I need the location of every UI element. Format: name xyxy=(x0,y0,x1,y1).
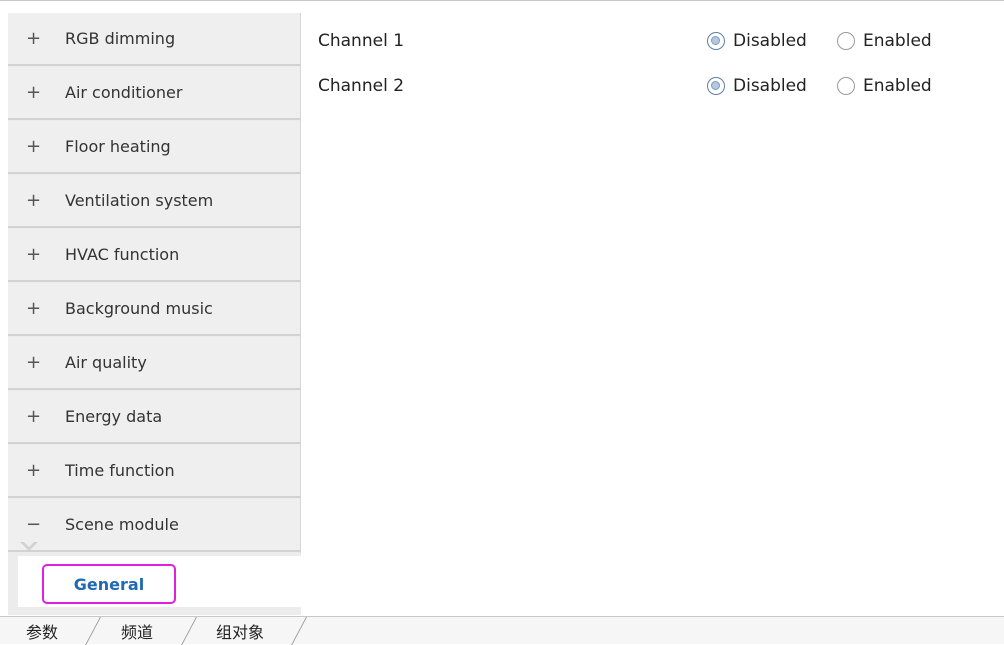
expand-plus-icon: + xyxy=(26,405,42,427)
sidebar-item-floor-heating[interactable]: + Floor heating xyxy=(8,121,300,174)
tab-channels[interactable]: 频道 xyxy=(121,617,153,644)
expanded-pointer-fill xyxy=(22,540,36,547)
tab-divider xyxy=(291,617,307,645)
expand-plus-icon: + xyxy=(26,135,42,157)
expand-plus-icon: + xyxy=(26,459,42,481)
radio-label: Disabled xyxy=(733,31,807,51)
sidebar-item-label: Scene module xyxy=(65,515,179,534)
expand-plus-icon: + xyxy=(26,351,42,373)
sidebar-item-label: Energy data xyxy=(65,407,163,426)
channel-1-enabled-radio[interactable]: Enabled xyxy=(837,31,932,51)
channel-label: Channel 2 xyxy=(318,76,405,96)
sidebar-item-time-function[interactable]: + Time function xyxy=(8,445,300,498)
channel-1-disabled-radio[interactable]: Disabled xyxy=(707,31,807,51)
expand-plus-icon: + xyxy=(26,189,42,211)
sidebar-item-energy-data[interactable]: + Energy data xyxy=(8,391,300,444)
expand-plus-icon: + xyxy=(26,27,42,49)
radio-checked-icon xyxy=(707,32,725,50)
sidebar-item-rgb-dimming[interactable]: + RGB dimming xyxy=(8,13,300,66)
sidebar-subitem-general-label[interactable]: General xyxy=(42,564,176,604)
channel-2-enabled-radio[interactable]: Enabled xyxy=(837,76,932,96)
expand-plus-icon: + xyxy=(26,81,42,103)
sidebar-item-label: RGB dimming xyxy=(65,29,176,48)
radio-label: Enabled xyxy=(863,31,932,51)
tab-divider xyxy=(181,617,197,645)
expand-plus-icon: + xyxy=(26,297,42,319)
expand-plus-icon: + xyxy=(26,243,42,265)
radio-checked-icon xyxy=(707,77,725,95)
sidebar-item-label: Air quality xyxy=(65,353,147,372)
sidebar-item-label: HVAC function xyxy=(65,245,180,264)
radio-label: Enabled xyxy=(863,76,932,96)
sidebar-item-ventilation-system[interactable]: + Ventilation system xyxy=(8,175,300,228)
collapse-minus-icon: − xyxy=(26,513,42,535)
channel-label: Channel 1 xyxy=(318,31,405,51)
sidebar-item-hvac-function[interactable]: + HVAC function xyxy=(8,229,300,282)
sidebar-item-background-music[interactable]: + Background music xyxy=(8,283,300,336)
tab-parameters[interactable]: 参数 xyxy=(26,617,58,644)
sidebar: + RGB dimming + Air conditioner + Floor … xyxy=(8,13,301,615)
bottom-tab-bar: 参数 频道 组对象 xyxy=(0,616,1004,645)
sidebar-item-label: Ventilation system xyxy=(65,191,214,210)
sidebar-item-air-conditioner[interactable]: + Air conditioner xyxy=(8,67,300,120)
tab-divider xyxy=(85,617,101,645)
sidebar-item-label: Air conditioner xyxy=(65,83,183,102)
radio-unchecked-icon xyxy=(837,32,855,50)
tab-group-objects[interactable]: 组对象 xyxy=(216,617,264,644)
sidebar-item-air-quality[interactable]: + Air quality xyxy=(8,337,300,390)
radio-unchecked-icon xyxy=(837,77,855,95)
sidebar-item-label: Time function xyxy=(65,461,175,480)
radio-label: Disabled xyxy=(733,76,807,96)
sidebar-item-scene-module[interactable]: − Scene module xyxy=(8,499,300,552)
sidebar-item-label: Floor heating xyxy=(65,137,171,156)
sidebar-item-label: Background music xyxy=(65,299,213,318)
channel-2-disabled-radio[interactable]: Disabled xyxy=(707,76,807,96)
